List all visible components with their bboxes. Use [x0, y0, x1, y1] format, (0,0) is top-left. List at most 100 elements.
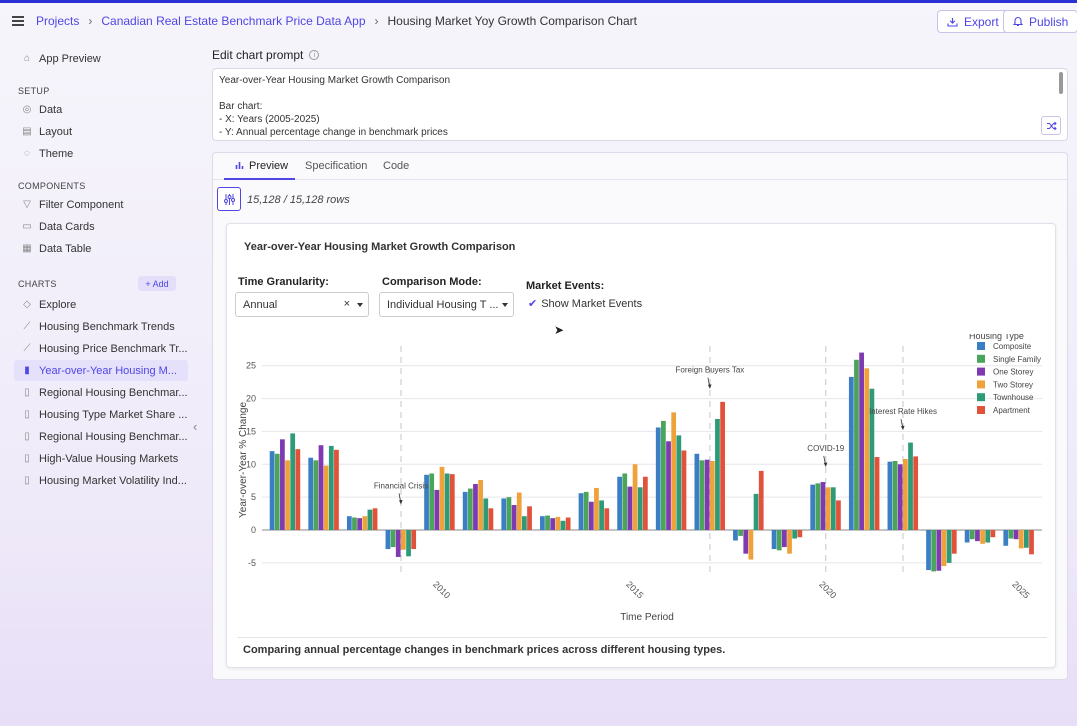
sidebar-item-explore[interactable]: ◇ Explore [14, 294, 188, 315]
bar[interactable] [815, 483, 821, 530]
tab-preview[interactable]: Preview [235, 160, 288, 172]
bar[interactable] [848, 376, 854, 530]
bar[interactable] [434, 489, 440, 530]
bar[interactable] [362, 516, 368, 530]
bar[interactable] [444, 473, 450, 530]
sidebar-item-layout[interactable]: ▤ Layout [14, 121, 188, 142]
bar[interactable] [565, 517, 571, 530]
bar[interactable] [694, 453, 700, 530]
bar[interactable] [334, 449, 339, 530]
bar[interactable] [941, 530, 947, 567]
bar[interactable] [980, 530, 985, 544]
bar[interactable] [290, 433, 296, 530]
legend-label[interactable]: Apartment [993, 406, 1031, 415]
legend-swatch[interactable] [977, 380, 985, 389]
bar[interactable] [274, 453, 280, 530]
prompt-scrollbar[interactable] [1059, 72, 1063, 94]
sidebar-item-housing-type-share[interactable]: ▯ Housing Type Market Share ... [14, 404, 188, 425]
shuffle-button[interactable] [1041, 116, 1061, 135]
bar[interactable] [926, 530, 931, 571]
bar[interactable] [787, 530, 792, 554]
bar[interactable] [771, 530, 777, 550]
bar[interactable] [357, 518, 362, 530]
breadcrumb-app[interactable]: Canadian Real Estate Benchmark Price Dat… [101, 14, 365, 28]
bar[interactable] [390, 530, 396, 548]
bar[interactable] [681, 450, 687, 530]
bar[interactable] [483, 498, 489, 530]
bar[interactable] [604, 508, 610, 530]
bar[interactable] [854, 359, 859, 530]
bar[interactable] [699, 460, 705, 530]
clear-icon[interactable]: × [344, 298, 350, 310]
bar[interactable] [820, 482, 826, 530]
bar[interactable] [617, 476, 622, 530]
bar[interactable] [516, 492, 522, 530]
bar[interactable] [429, 473, 435, 530]
legend-label[interactable]: One Storey [993, 368, 1033, 377]
bar[interactable] [594, 487, 599, 530]
sidebar-item-housing-benchmark-trends[interactable]: ⟋ Housing Benchmark Trends [14, 316, 188, 337]
legend-swatch[interactable] [977, 354, 985, 363]
bar[interactable] [661, 420, 666, 530]
bar[interactable] [583, 491, 589, 530]
bar[interactable] [352, 517, 357, 530]
bar[interactable] [792, 530, 798, 539]
bar[interactable] [951, 530, 957, 554]
bar[interactable] [411, 530, 417, 550]
legend-swatch[interactable] [977, 393, 985, 402]
bar[interactable] [478, 480, 483, 530]
bar[interactable] [859, 352, 864, 530]
legend-label[interactable]: Composite [993, 342, 1032, 351]
breadcrumb-projects[interactable]: Projects [36, 14, 79, 28]
sidebar-item-regional-housing-2[interactable]: ▯ Regional Housing Benchmar... [14, 426, 188, 447]
sidebar-item-regional-housing-1[interactable]: ▯ Regional Housing Benchmar... [14, 382, 188, 403]
sidebar-item-data-table[interactable]: ▦ Data Table [14, 238, 188, 259]
bar[interactable] [964, 530, 970, 543]
bar[interactable] [738, 530, 743, 536]
bar[interactable] [473, 484, 478, 530]
info-icon[interactable]: i [309, 50, 320, 60]
sidebar-item-data[interactable]: ◎ Data [14, 99, 188, 120]
bar[interactable] [1023, 530, 1029, 548]
bar[interactable] [449, 474, 455, 530]
bar[interactable] [874, 457, 880, 530]
bar[interactable] [748, 530, 754, 560]
bar[interactable] [462, 491, 468, 530]
bar[interactable] [733, 530, 738, 541]
bar[interactable] [622, 473, 628, 530]
granularity-select[interactable]: Annual × [235, 292, 369, 317]
legend-label[interactable]: Townhouse [993, 393, 1034, 402]
collapse-sidebar-icon[interactable]: ‹ [193, 419, 197, 434]
sidebar-item-filter-component[interactable]: ▽ Filter Component [14, 194, 188, 215]
bar[interactable] [295, 449, 301, 530]
tab-code[interactable]: Code [383, 160, 409, 172]
sidebar-item-app-preview[interactable]: ⌂ App Preview [14, 48, 188, 69]
bar[interactable] [715, 418, 720, 530]
bar[interactable] [990, 530, 996, 538]
bar[interactable] [527, 506, 532, 530]
bar[interactable] [401, 530, 406, 550]
bar[interactable] [488, 508, 494, 530]
legend-swatch[interactable] [977, 406, 985, 414]
bar[interactable] [655, 427, 661, 530]
bar[interactable] [545, 515, 550, 530]
bar[interactable] [810, 484, 816, 530]
bar[interactable] [439, 466, 445, 530]
filter-settings-button[interactable] [217, 187, 241, 211]
bar[interactable] [372, 508, 378, 530]
bar[interactable] [797, 530, 803, 538]
bar[interactable] [892, 461, 898, 530]
bar[interactable] [758, 470, 764, 530]
export-button[interactable]: Export [937, 10, 1009, 33]
bar[interactable] [540, 516, 545, 530]
publish-button[interactable]: Publish [1003, 10, 1077, 33]
bar[interactable] [385, 530, 391, 550]
bar[interactable] [985, 530, 991, 543]
bar[interactable] [323, 465, 329, 530]
sidebar-item-yoy-housing[interactable]: ▮ Year-over-Year Housing M... [14, 360, 188, 381]
bar[interactable] [913, 456, 919, 530]
bar[interactable] [897, 464, 903, 530]
bar[interactable] [578, 493, 584, 530]
bar[interactable] [269, 451, 275, 530]
bar[interactable] [753, 493, 759, 530]
